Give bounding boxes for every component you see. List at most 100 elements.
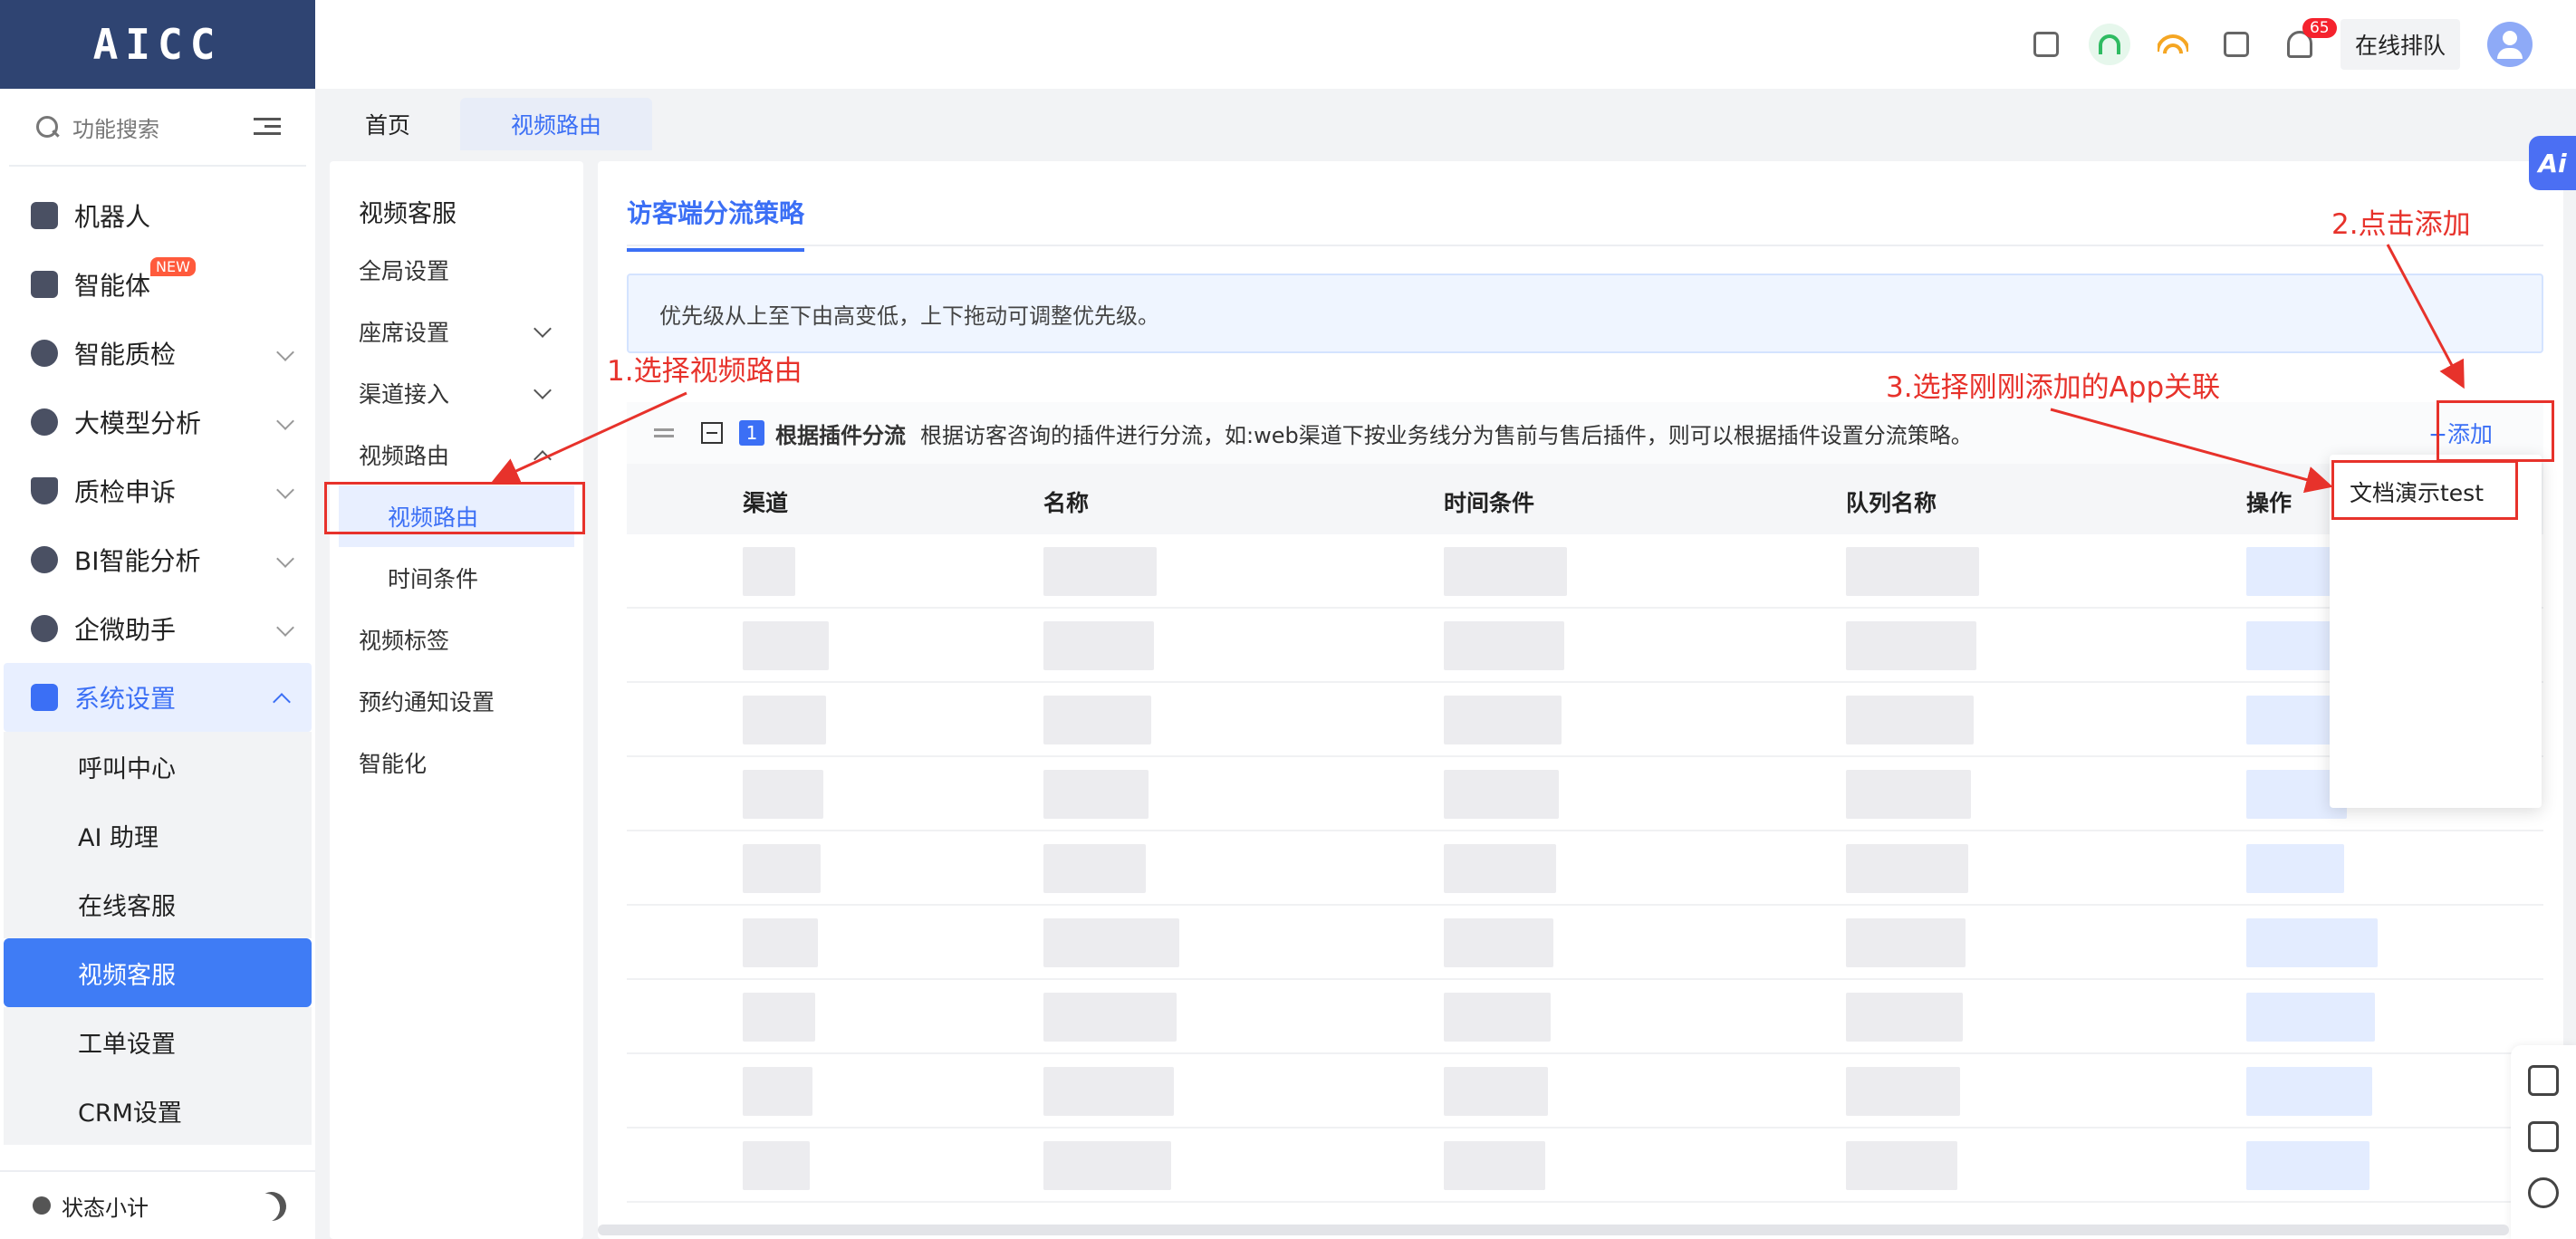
help-icon[interactable]	[2528, 1177, 2559, 1208]
obscured-cell	[2246, 1067, 2372, 1116]
avatar[interactable]	[2487, 22, 2533, 67]
chevron-down-icon	[276, 481, 294, 499]
menu-global-settings[interactable]: 全局设置	[330, 239, 583, 301]
sidebar-sub-online-service[interactable]: 在线客服	[4, 869, 312, 938]
rule-description: 根据访客咨询的插件进行分流，如:web渠道下按业务线分为售前与售后插件，则可以根…	[920, 422, 1973, 448]
menu-seat-settings[interactable]: 座席设置	[330, 301, 583, 362]
video-service-menu: 视频客服 全局设置 座席设置 渠道接入 视频路由 视频路由 时间条件 视频标签 …	[330, 161, 583, 1239]
table-row[interactable]	[627, 906, 2543, 980]
table-row[interactable]	[627, 1129, 2543, 1203]
sidebar-sub-video-service[interactable]: 视频客服	[4, 938, 312, 1007]
chevron-down-icon	[276, 550, 294, 568]
obscured-cell	[2246, 918, 2378, 967]
headset-icon[interactable]	[2087, 22, 2132, 67]
sidebar-item-bi[interactable]: BI智能分析	[0, 525, 315, 594]
sidebar-item-robot[interactable]: 机器人	[0, 181, 315, 250]
notification-badge: 65	[2302, 18, 2337, 38]
status-summary[interactable]: 状态小计	[0, 1170, 315, 1239]
table-row[interactable]	[627, 1054, 2543, 1129]
table-row[interactable]	[627, 534, 2543, 609]
book-icon[interactable]	[2528, 1065, 2559, 1096]
sidebar-sub-ticket-settings[interactable]: 工单设置	[4, 1007, 312, 1076]
ai-assistant-button[interactable]: Ai	[2529, 136, 2576, 190]
rule-header: 1 根据插件分流 根据访客咨询的插件进行分流，如:web渠道下按业务线分为售前与…	[627, 402, 2543, 464]
menu-channel-access[interactable]: 渠道接入	[330, 362, 583, 424]
obscured-cell	[1444, 993, 1551, 1042]
menu-sub-time-condition[interactable]: 时间条件	[330, 547, 583, 609]
obscured-cell	[743, 770, 823, 819]
obscured-cell	[1043, 621, 1154, 670]
menu-video-routing[interactable]: 视频路由	[330, 424, 583, 485]
main-panel: 访客端分流策略 优先级从上至下由高变低，上下拖动可调整优先级。 1 根据插件分流…	[598, 161, 2563, 1239]
table-row[interactable]	[627, 980, 2543, 1054]
chevron-down-icon	[276, 619, 294, 637]
obscured-cell	[1846, 621, 1976, 670]
online-queue-button[interactable]: 在线排队	[2340, 19, 2460, 70]
calendar-icon[interactable]	[2214, 22, 2259, 67]
obscured-cell	[1444, 844, 1556, 893]
sidebar-item-system-settings[interactable]: 系统设置	[4, 663, 312, 732]
obscured-cell	[1043, 1067, 1174, 1116]
sidebar-item-wecom[interactable]: 企微助手	[0, 594, 315, 663]
bell-icon[interactable]: 65	[2277, 18, 2337, 67]
menu-video-tags[interactable]: 视频标签	[330, 609, 583, 670]
menu-appointment-notice[interactable]: 预约通知设置	[330, 670, 583, 732]
horizontal-scrollbar[interactable]	[598, 1225, 2509, 1235]
obscured-cell	[2246, 993, 2375, 1042]
obscured-cell	[743, 1067, 812, 1116]
obscured-cell	[2246, 1141, 2369, 1190]
tab-home[interactable]: 首页	[315, 98, 460, 150]
obscured-cell	[743, 918, 818, 967]
obscured-cell	[1444, 621, 1564, 670]
menu-intelligence[interactable]: 智能化	[330, 732, 583, 793]
sidebar-item-quality[interactable]: 智能质检	[0, 319, 315, 388]
annotation-step1: 1.选择视频路由	[607, 355, 803, 388]
moon-icon[interactable]	[253, 1187, 290, 1225]
obscured-cell	[2246, 844, 2344, 893]
obscured-cell	[1043, 770, 1149, 819]
robot-icon	[31, 202, 58, 229]
sidebar-sub-call-center[interactable]: 呼叫中心	[4, 732, 312, 801]
obscured-cell	[1846, 547, 1979, 596]
obscured-cell	[743, 696, 826, 744]
info-banner: 优先级从上至下由高变低，上下拖动可调整优先级。	[627, 274, 2543, 353]
chevron-down-icon	[276, 343, 294, 361]
table-row[interactable]	[627, 831, 2543, 906]
table-body	[627, 534, 2543, 1206]
obscured-cell	[1846, 696, 1974, 744]
grid-icon	[31, 684, 58, 711]
obscured-cell	[1043, 696, 1151, 744]
collapse-menu-icon[interactable]	[254, 116, 281, 138]
sidebar-item-llm-analysis[interactable]: 大模型分析	[0, 388, 315, 456]
col-channel: 渠道	[743, 490, 789, 516]
table-row[interactable]	[627, 683, 2543, 757]
logo[interactable]: AICC	[0, 0, 315, 89]
rule-number: 1	[739, 420, 764, 446]
sidebar-item-appeal[interactable]: 质检申诉	[0, 456, 315, 525]
search-input[interactable]: 功能搜索	[72, 111, 254, 143]
screen-search-icon[interactable]	[2023, 22, 2069, 67]
obscured-cell	[1444, 770, 1559, 819]
chevron-up-icon	[273, 693, 291, 711]
obscured-cell	[1444, 1141, 1545, 1190]
sidebar-sub-crm-settings[interactable]: CRM设置	[4, 1076, 312, 1145]
sidebar-item-agent[interactable]: 智能体 NEW	[0, 250, 315, 319]
collapse-icon[interactable]	[701, 422, 723, 444]
obscured-cell	[1846, 918, 1966, 967]
function-search[interactable]: 功能搜索	[9, 89, 306, 167]
table-row[interactable]	[627, 757, 2543, 831]
tab-divider	[627, 245, 2543, 246]
chat-icon[interactable]	[2528, 1121, 2559, 1152]
sidebar-sub-ai-assistant[interactable]: AI 助理	[4, 801, 312, 869]
tab-visitor-routing-strategy[interactable]: 访客端分流策略	[627, 194, 805, 252]
drag-handle-icon[interactable]	[654, 425, 674, 441]
main-menu: 机器人 智能体 NEW 智能质检 大模型分析 质检申诉 BI智能分析 企微助手 系…	[0, 167, 315, 1145]
table-row[interactable]	[627, 609, 2543, 683]
right-toolbar	[2511, 1045, 2576, 1239]
chevron-up-icon	[533, 450, 552, 468]
obscured-cell	[1043, 844, 1146, 893]
wifi-icon[interactable]	[2150, 22, 2196, 67]
tab-video-routing[interactable]: 视频路由	[460, 98, 653, 150]
obscured-cell	[1043, 993, 1177, 1042]
obscured-cell	[1846, 1141, 1957, 1190]
